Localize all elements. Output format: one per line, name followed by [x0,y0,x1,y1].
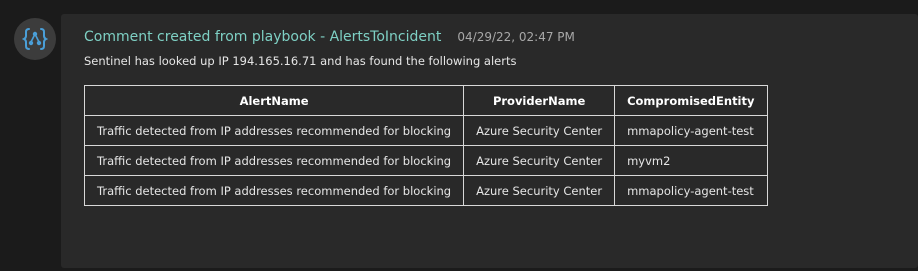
table-row: Traffic detected from IP addresses recom… [83,115,768,146]
table-header-row: AlertName ProviderName CompromisedEntity [83,85,768,116]
cell-provider-name: Azure Security Center [463,145,616,176]
table-row: Traffic detected from IP addresses recom… [83,175,768,206]
column-header-compromisedentity: CompromisedEntity [614,85,768,116]
cell-provider-name: Azure Security Center [463,175,616,206]
curly-braces-workflow-icon [22,28,48,50]
comment-message: Sentinel has looked up IP 194.165.16.71 … [84,54,517,68]
table-row: Traffic detected from IP addresses recom… [83,145,768,176]
cell-compromised-entity: mmapolicy-agent-test [614,175,768,206]
comment-title: Comment created from playbook - AlertsTo… [84,29,442,45]
alerts-table: AlertName ProviderName CompromisedEntity… [83,85,768,206]
column-header-alertname: AlertName [83,85,465,116]
comment-timestamp: 04/29/22, 02:47 PM [457,30,575,44]
cell-alert-name: Traffic detected from IP addresses recom… [83,115,465,146]
avatar [14,18,56,60]
cell-compromised-entity: mmapolicy-agent-test [614,115,768,146]
comment-header: Comment created from playbook - AlertsTo… [84,29,575,45]
column-header-providername: ProviderName [463,85,616,116]
cell-alert-name: Traffic detected from IP addresses recom… [83,175,465,206]
cell-alert-name: Traffic detected from IP addresses recom… [83,145,465,176]
cell-compromised-entity: myvm2 [614,145,768,176]
cell-provider-name: Azure Security Center [463,115,616,146]
comment-card: Comment created from playbook - AlertsTo… [61,14,918,268]
